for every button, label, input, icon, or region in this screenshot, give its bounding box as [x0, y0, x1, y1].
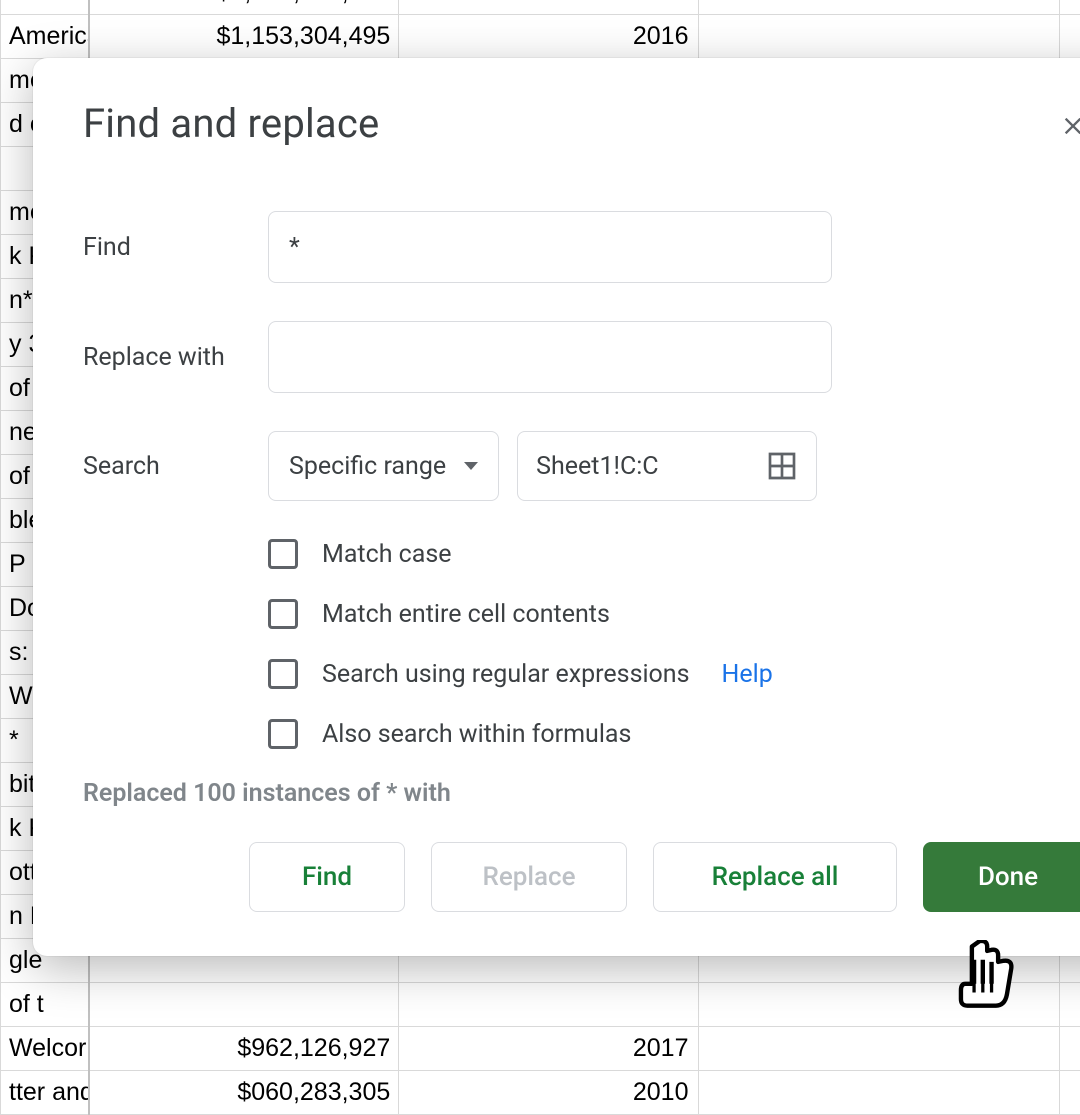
cell[interactable]: tter and	[1, 1071, 89, 1115]
match-case-checkbox[interactable]: Match case	[268, 539, 1080, 569]
find-button[interactable]: Find	[249, 842, 405, 912]
cell[interactable]: $060,283,305	[89, 1071, 399, 1115]
cell[interactable]: $962,126,927	[89, 1027, 399, 1071]
status-message: Replaced 100 instances of * with	[83, 779, 1080, 808]
cell[interactable]: $1,153,304,495	[89, 15, 399, 59]
match-entire-checkbox[interactable]: Match entire cell contents	[268, 599, 1080, 629]
search-scope-value: Specific range	[289, 452, 446, 481]
cell[interactable]	[1059, 1027, 1080, 1071]
replace-with-label: Replace with	[83, 343, 268, 372]
within-formulas-label: Also search within formulas	[322, 720, 631, 749]
cell[interactable]: Welcor	[1, 1027, 89, 1071]
cell[interactable]: 2015	[399, 0, 699, 15]
replace-input[interactable]	[268, 321, 832, 393]
search-scope-select[interactable]: Specific range	[268, 431, 499, 501]
regex-help-link[interactable]: Help	[722, 660, 773, 689]
cell[interactable]	[699, 1071, 1059, 1115]
replace-all-button[interactable]: Replace all	[653, 842, 897, 912]
table-row[interactable]: of t	[1, 983, 1080, 1027]
cell[interactable]	[699, 983, 1059, 1027]
checkbox-icon	[268, 599, 298, 629]
cell[interactable]	[1059, 15, 1080, 59]
grid-select-icon[interactable]	[766, 450, 798, 482]
cell[interactable]: 2010	[399, 1071, 699, 1115]
table-row[interactable]: America$1,153,304,4952016	[1, 15, 1080, 59]
table-row[interactable]: tter and$060,283,3052010	[1, 1071, 1080, 1115]
cell[interactable]	[89, 983, 399, 1027]
cell[interactable]	[1059, 1071, 1080, 1115]
cell[interactable]	[1, 0, 89, 15]
cell[interactable]: 2017	[399, 1027, 699, 1071]
search-range-value: Sheet1!C:C	[536, 452, 658, 481]
cell[interactable]	[699, 1027, 1059, 1071]
dialog-title: Find and replace	[83, 100, 379, 147]
search-label: Search	[83, 452, 268, 481]
close-icon[interactable]	[1053, 106, 1080, 151]
within-formulas-checkbox[interactable]: Also search within formulas	[268, 719, 1080, 749]
search-range-input[interactable]: Sheet1!C:C	[517, 431, 817, 501]
cell[interactable]	[1059, 983, 1080, 1027]
cell[interactable]: America	[1, 15, 89, 59]
find-input[interactable]	[268, 211, 832, 283]
checkbox-icon	[268, 539, 298, 569]
checkbox-icon	[268, 719, 298, 749]
regex-checkbox[interactable]: Search using regular expressions Help	[268, 659, 1080, 689]
cell[interactable]	[1059, 0, 1080, 15]
chevron-down-icon	[464, 462, 478, 470]
match-case-label: Match case	[322, 540, 452, 569]
checkbox-icon	[268, 659, 298, 689]
table-row[interactable]: $1,150,000,0072015	[1, 0, 1080, 15]
find-label: Find	[83, 233, 268, 262]
done-button[interactable]: Done	[923, 842, 1080, 912]
find-replace-dialog: Find and replace Find Replace with Searc…	[33, 58, 1080, 956]
table-row[interactable]: Welcor$962,126,9272017	[1, 1027, 1080, 1071]
match-entire-label: Match entire cell contents	[322, 600, 610, 629]
cell[interactable]	[699, 15, 1059, 59]
cell[interactable]: of t	[1, 983, 89, 1027]
cell[interactable]: 2016	[399, 15, 699, 59]
cell[interactable]: $1,150,000,007	[89, 0, 399, 15]
regex-label: Search using regular expressions	[322, 660, 690, 689]
cell[interactable]	[399, 983, 699, 1027]
replace-button[interactable]: Replace	[431, 842, 627, 912]
cell[interactable]	[699, 0, 1059, 15]
